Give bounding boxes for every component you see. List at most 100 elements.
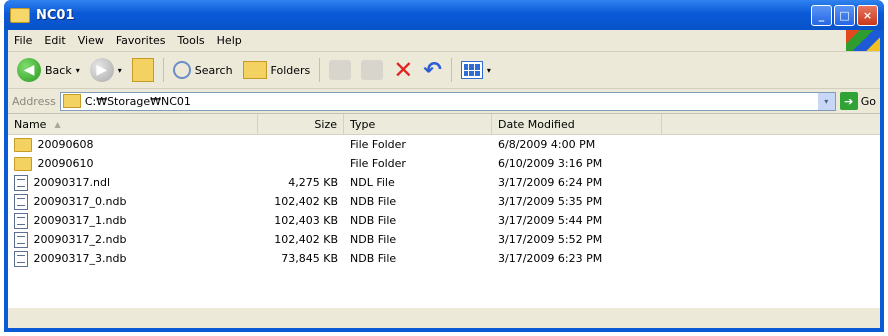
window-body: File Edit View Favorites Tools Help ◀ Ba… — [8, 30, 880, 328]
back-dropdown-icon[interactable]: ▾ — [76, 66, 80, 75]
file-type: NDL File — [350, 176, 395, 189]
menu-bar: File Edit View Favorites Tools Help — [8, 30, 880, 52]
file-size: 73,845 KB — [281, 252, 338, 265]
file-icon — [14, 250, 28, 267]
header-date-modified[interactable]: Date Modified — [492, 114, 662, 134]
file-name: 20090317.ndl — [33, 175, 111, 189]
menu-tools[interactable]: Tools — [172, 34, 211, 47]
file-row[interactable]: 20090608 File Folder 6/8/2009 4:00 PM — [8, 135, 880, 154]
move-to-icon — [329, 60, 352, 80]
folders-label: Folders — [270, 63, 311, 77]
toolbar-separator — [162, 58, 164, 82]
up-folder-icon — [131, 58, 154, 82]
file-name: 20090317_3.ndb — [33, 251, 127, 265]
forward-dropdown-icon[interactable]: ▾ — [118, 66, 122, 75]
back-label: Back — [45, 63, 72, 77]
search-icon — [172, 61, 191, 79]
delete-button[interactable]: ✕ — [388, 55, 418, 85]
move-to-button[interactable] — [324, 55, 356, 85]
go-label: Go — [860, 94, 876, 108]
header-type[interactable]: Type — [344, 114, 492, 134]
header-size[interactable]: Size — [258, 114, 344, 134]
file-date: 6/8/2009 4:00 PM — [498, 138, 596, 151]
explorer-window: NC01 _ □ × File Edit View Favorites Tool… — [4, 0, 884, 332]
header-name-label: Name — [14, 117, 47, 131]
folders-icon — [242, 61, 267, 79]
windows-logo-icon — [846, 30, 880, 51]
menu-favorites[interactable]: Favorites — [110, 34, 172, 47]
address-input[interactable]: C:₩Storage₩NC01 ▾ — [59, 91, 836, 111]
file-type: File Folder — [350, 157, 406, 170]
file-name-cell: 20090317.ndl — [8, 174, 258, 191]
menu-view[interactable]: View — [72, 34, 110, 47]
file-icon — [14, 212, 28, 229]
folder-icon — [14, 156, 32, 171]
address-value: C:₩Storage₩NC01 — [84, 94, 191, 108]
address-bar: Address C:₩Storage₩NC01 ▾ ➔ Go — [8, 89, 880, 113]
file-date: 3/17/2009 5:35 PM — [498, 195, 603, 208]
delete-icon: ✕ — [393, 56, 414, 84]
file-name: 20090317_1.ndb — [33, 213, 127, 227]
file-row[interactable]: 20090317_1.ndb 102,403 KB NDB File 3/17/… — [8, 211, 880, 230]
minimize-button[interactable]: _ — [811, 4, 832, 26]
file-date: 3/17/2009 6:24 PM — [498, 176, 603, 189]
sort-ascending-icon: ▲ — [54, 119, 61, 129]
toolbar-separator — [319, 58, 321, 82]
views-dropdown-icon[interactable]: ▾ — [487, 66, 491, 75]
undo-button[interactable]: ↶ — [418, 55, 446, 85]
folder-icon — [10, 7, 30, 23]
folder-icon — [62, 94, 81, 108]
file-icon — [14, 231, 28, 248]
file-name-cell: 20090317_3.ndb — [8, 250, 258, 267]
toolbar: ◀ Back ▾ ▶ ▾ Search Folders ✕ ↶ ▾ — [8, 52, 880, 89]
file-row[interactable]: 20090317_2.ndb 102,402 KB NDB File 3/17/… — [8, 230, 880, 249]
file-row[interactable]: 20090317_0.ndb 102,402 KB NDB File 3/17/… — [8, 192, 880, 211]
copy-to-button[interactable] — [356, 55, 388, 85]
file-size: 102,402 KB — [274, 233, 338, 246]
header-name[interactable]: Name ▲ — [8, 114, 258, 134]
file-type: File Folder — [350, 138, 406, 151]
maximize-button[interactable]: □ — [834, 4, 855, 26]
copy-to-icon — [361, 60, 384, 80]
file-name: 20090317_2.ndb — [33, 232, 127, 246]
window-controls: _ □ × — [811, 4, 878, 26]
file-date: 3/17/2009 6:23 PM — [498, 252, 603, 265]
file-name-cell: 20090317_1.ndb — [8, 212, 258, 229]
up-folder-button[interactable] — [127, 55, 159, 85]
file-type: NDB File — [350, 233, 397, 246]
file-icon — [14, 193, 28, 210]
toolbar-separator — [450, 58, 452, 82]
back-button[interactable]: ◀ Back ▾ — [12, 55, 85, 85]
file-row[interactable]: 20090317_3.ndb 73,845 KB NDB File 3/17/2… — [8, 249, 880, 268]
views-button[interactable]: ▾ — [456, 55, 496, 85]
go-arrow-icon: ➔ — [839, 92, 858, 110]
forward-button[interactable]: ▶ ▾ — [85, 55, 127, 85]
file-row[interactable]: 20090610 File Folder 6/10/2009 3:16 PM — [8, 154, 880, 173]
file-name: 20090608 — [37, 137, 94, 151]
menu-edit[interactable]: Edit — [38, 34, 71, 47]
file-row[interactable]: 20090317.ndl 4,275 KB NDL File 3/17/2009… — [8, 173, 880, 192]
back-arrow-icon: ◀ — [17, 58, 41, 82]
file-name-cell: 20090608 — [8, 137, 258, 152]
menu-help[interactable]: Help — [211, 34, 248, 47]
go-button[interactable]: ➔ Go — [839, 92, 876, 110]
file-name: 20090610 — [37, 156, 94, 170]
folder-icon — [14, 137, 32, 152]
file-date: 3/17/2009 5:52 PM — [498, 233, 603, 246]
file-name-cell: 20090610 — [8, 156, 258, 171]
undo-icon: ↶ — [423, 57, 442, 83]
file-size: 102,402 KB — [274, 195, 338, 208]
file-size: 102,403 KB — [274, 214, 338, 227]
file-type: NDB File — [350, 252, 397, 265]
menu-file[interactable]: File — [8, 34, 38, 47]
file-list: Name ▲ Size Type Date Modified 20090608 … — [8, 113, 880, 308]
search-button[interactable]: Search — [168, 55, 238, 85]
title-bar[interactable]: NC01 _ □ × — [4, 0, 884, 30]
file-icon — [14, 174, 28, 191]
folders-button[interactable]: Folders — [238, 55, 316, 85]
file-date: 6/10/2009 3:16 PM — [498, 157, 603, 170]
close-button[interactable]: × — [857, 4, 878, 26]
column-header: Name ▲ Size Type Date Modified — [8, 114, 880, 135]
forward-arrow-icon: ▶ — [89, 58, 114, 82]
address-dropdown-icon[interactable]: ▾ — [817, 92, 835, 110]
